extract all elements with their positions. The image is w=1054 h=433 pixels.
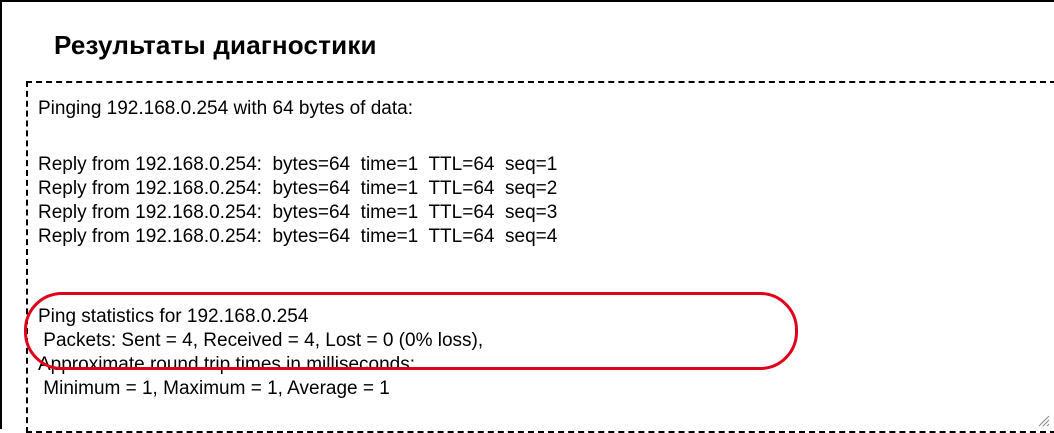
page-title: Результаты диагностики [54, 30, 377, 60]
diagnostics-output-textarea[interactable]: Pinging 192.168.0.254 with 64 bytes of d… [26, 81, 1054, 433]
output-line: Reply from 192.168.0.254: bytes=64 time=… [38, 154, 558, 175]
output-line: Reply from 192.168.0.254: bytes=64 time=… [38, 226, 558, 247]
output-line: Ping statistics for 192.168.0.254 [38, 306, 309, 327]
output-line: Minimum = 1, Maximum = 1, Average = 1 [38, 378, 390, 399]
resize-grip-icon[interactable] [1036, 413, 1050, 427]
output-line: Reply from 192.168.0.254: bytes=64 time=… [38, 202, 558, 223]
output-line: Pinging 192.168.0.254 with 64 bytes of d… [38, 98, 413, 119]
results-panel: Результаты диагностики Pinging 192.168.0… [0, 0, 1054, 433]
output-line: Packets: Sent = 4, Received = 4, Lost = … [38, 330, 484, 351]
output-line: Approximate round trip times in millisec… [38, 354, 415, 375]
output-line: Reply from 192.168.0.254: bytes=64 time=… [38, 178, 558, 199]
